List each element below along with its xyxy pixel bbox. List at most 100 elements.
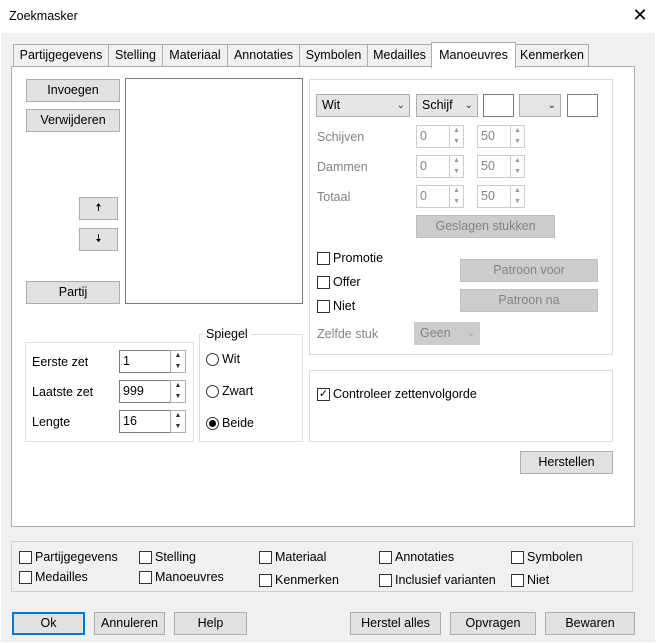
filter-stelling-checkbox[interactable] xyxy=(139,551,152,564)
spiegel-wit-label[interactable]: Wit xyxy=(222,352,240,366)
opvragen-button[interactable]: Opvragen xyxy=(450,612,536,635)
bewaren-button[interactable]: Bewaren xyxy=(545,612,635,635)
niet-checkbox[interactable] xyxy=(317,300,330,313)
spin-down-icon[interactable]: ▼ xyxy=(511,167,524,178)
tab-kenmerken[interactable]: Kenmerken xyxy=(515,44,589,67)
tab-stelling[interactable]: Stelling xyxy=(108,44,163,67)
spin-down-icon[interactable]: ▼ xyxy=(511,137,524,148)
spin-down-icon[interactable]: ▼ xyxy=(450,137,463,148)
move-up-button[interactable]: 🠅 xyxy=(79,197,118,220)
filter-kenmerken-checkbox[interactable] xyxy=(259,574,272,587)
spin-down-icon[interactable]: ▼ xyxy=(450,197,463,208)
filter-manoeuvres-checkbox[interactable] xyxy=(139,571,152,584)
eerste-zet-input[interactable]: 1 xyxy=(119,350,171,373)
schijven-max-input[interactable]: 50 xyxy=(477,125,511,148)
totaal-min-input[interactable]: 0 xyxy=(416,185,450,208)
laatste-zet-spinner[interactable]: ▲ ▼ xyxy=(170,380,186,403)
patroon-na-button[interactable]: Patroon na xyxy=(460,289,598,312)
filter-manoeuvres-label[interactable]: Manoeuvres xyxy=(155,570,224,584)
eerste-zet-spinner[interactable]: ▲ ▼ xyxy=(170,350,186,373)
spiegel-beide-label[interactable]: Beide xyxy=(222,416,254,430)
color-select[interactable]: Wit ⌄ xyxy=(316,94,410,117)
zelfde-stuk-select[interactable]: Geen ⌄ xyxy=(414,322,480,345)
offer-label[interactable]: Offer xyxy=(333,275,361,289)
spin-up-icon[interactable]: ▲ xyxy=(511,156,524,167)
manoeuvre-list[interactable] xyxy=(125,78,303,304)
spin-up-icon[interactable]: ▲ xyxy=(171,381,185,392)
totaal-max-spinner[interactable]: ▲ ▼ xyxy=(510,185,525,208)
filter-medailles-label[interactable]: Medailles xyxy=(35,570,88,584)
spin-up-icon[interactable]: ▲ xyxy=(171,351,185,362)
piece-select[interactable]: Schijf ⌄ xyxy=(416,94,478,117)
spin-up-icon[interactable]: ▲ xyxy=(511,186,524,197)
filter-stelling-label[interactable]: Stelling xyxy=(155,550,196,564)
spin-up-icon[interactable]: ▲ xyxy=(171,411,185,422)
spin-down-icon[interactable]: ▼ xyxy=(171,392,185,403)
filter-inclusief-varianten-checkbox[interactable] xyxy=(379,574,392,587)
filter-partijgegevens-label[interactable]: Partijgegevens xyxy=(35,550,118,564)
filter-niet-checkbox[interactable] xyxy=(511,574,524,587)
geslagen-stukken-button[interactable]: Geslagen stukken xyxy=(416,215,555,238)
offer-checkbox[interactable] xyxy=(317,276,330,289)
tab-manoeuvres[interactable]: Manoeuvres xyxy=(431,42,516,68)
filter-symbolen-checkbox[interactable] xyxy=(511,551,524,564)
lengte-spinner[interactable]: ▲ ▼ xyxy=(170,410,186,433)
spiegel-zwart-radio[interactable] xyxy=(206,385,219,398)
invoegen-button[interactable]: Invoegen xyxy=(26,79,120,102)
promotie-checkbox[interactable] xyxy=(317,252,330,265)
help-button[interactable]: Help xyxy=(174,612,247,635)
filter-kenmerken-label[interactable]: Kenmerken xyxy=(275,573,339,587)
herstel-alles-button[interactable]: Herstel alles xyxy=(350,612,441,635)
filter-materiaal-label[interactable]: Materiaal xyxy=(275,550,326,564)
spin-down-icon[interactable]: ▼ xyxy=(171,362,185,373)
tab-annotaties[interactable]: Annotaties xyxy=(227,44,300,67)
totaal-min-spinner[interactable]: ▲ ▼ xyxy=(449,185,464,208)
totaal-max-input[interactable]: 50 xyxy=(477,185,511,208)
schijven-min-spinner[interactable]: ▲ ▼ xyxy=(449,125,464,148)
tab-materiaal[interactable]: Materiaal xyxy=(162,44,228,67)
dammen-min-input[interactable]: 0 xyxy=(416,155,450,178)
schijven-max-spinner[interactable]: ▲ ▼ xyxy=(510,125,525,148)
ok-button[interactable]: Ok xyxy=(12,612,85,635)
verwijderen-button[interactable]: Verwijderen xyxy=(26,109,120,132)
square-input-1[interactable] xyxy=(483,94,514,117)
annuleren-button[interactable]: Annuleren xyxy=(94,612,165,635)
filter-medailles-checkbox[interactable] xyxy=(19,571,32,584)
filter-annotaties-checkbox[interactable] xyxy=(379,551,392,564)
tab-partijgegevens[interactable]: Partijgegevens xyxy=(13,44,109,67)
promotie-label[interactable]: Promotie xyxy=(333,251,383,265)
square-input-2[interactable] xyxy=(567,94,598,117)
filter-inclusief-varianten-label[interactable]: Inclusief varianten xyxy=(395,573,496,587)
dammen-min-spinner[interactable]: ▲ ▼ xyxy=(449,155,464,178)
close-icon[interactable]: ✕ xyxy=(629,4,651,26)
lengte-input[interactable]: 16 xyxy=(119,410,171,433)
laatste-zet-input[interactable]: 999 xyxy=(119,380,171,403)
move-down-button[interactable]: 🠇 xyxy=(79,228,118,251)
spin-down-icon[interactable]: ▼ xyxy=(171,422,185,433)
filter-partijgegevens-checkbox[interactable] xyxy=(19,551,32,564)
dammen-max-input[interactable]: 50 xyxy=(477,155,511,178)
tab-symbolen[interactable]: Symbolen xyxy=(299,44,368,67)
spin-up-icon[interactable]: ▲ xyxy=(450,126,463,137)
spin-up-icon[interactable]: ▲ xyxy=(450,186,463,197)
schijven-min-input[interactable]: 0 xyxy=(416,125,450,148)
filter-materiaal-checkbox[interactable] xyxy=(259,551,272,564)
niet-label[interactable]: Niet xyxy=(333,299,355,313)
spiegel-zwart-label[interactable]: Zwart xyxy=(222,384,253,398)
spin-down-icon[interactable]: ▼ xyxy=(511,197,524,208)
spiegel-wit-radio[interactable] xyxy=(206,353,219,366)
herstellen-button[interactable]: Herstellen xyxy=(520,451,613,474)
patroon-voor-button[interactable]: Patroon voor xyxy=(460,259,598,282)
filter-symbolen-label[interactable]: Symbolen xyxy=(527,550,583,564)
spin-up-icon[interactable]: ▲ xyxy=(511,126,524,137)
spiegel-beide-radio[interactable] xyxy=(206,417,219,430)
filter-annotaties-label[interactable]: Annotaties xyxy=(395,550,454,564)
spin-up-icon[interactable]: ▲ xyxy=(450,156,463,167)
partij-button[interactable]: Partij xyxy=(26,281,120,304)
spin-down-icon[interactable]: ▼ xyxy=(450,167,463,178)
filter-niet-label[interactable]: Niet xyxy=(527,573,549,587)
controleer-label[interactable]: Controleer zettenvolgorde xyxy=(333,387,477,401)
direction-select[interactable]: ⌄ xyxy=(519,94,561,117)
dammen-max-spinner[interactable]: ▲ ▼ xyxy=(510,155,525,178)
controleer-checkbox[interactable]: ✓ xyxy=(317,388,330,401)
